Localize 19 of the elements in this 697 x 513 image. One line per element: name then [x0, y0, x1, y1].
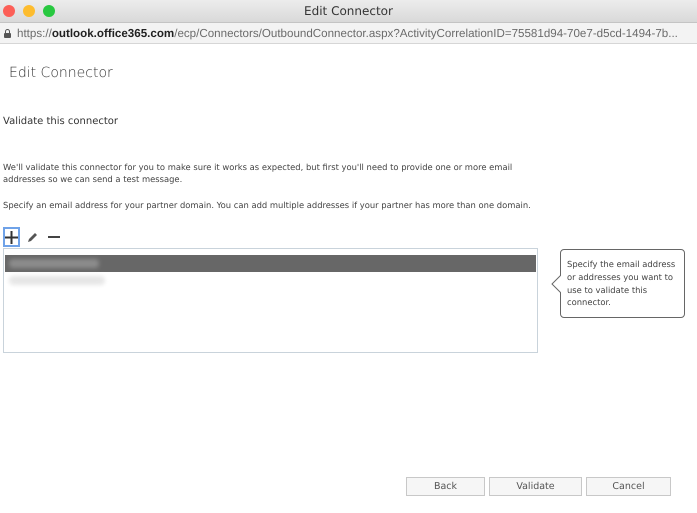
- tooltip: Specify the email address or addresses you want to use to validate this connector.: [560, 249, 685, 318]
- instruction-text: Specify an email address for your partner domain. You can add multiple addresses if your partner has more than one domain.: [3, 199, 532, 211]
- instruction-text: We'll validate this connector for you to make sure it works as expected, but first you'll need to provide one or more email addresses so we can send a test message.: [3, 161, 514, 185]
- section-title: Validate this connector: [3, 116, 119, 127]
- minus-icon: [48, 236, 60, 238]
- plus-icon: [5, 230, 18, 244]
- url-text[interactable]: https://outlook.office365.com/ecp/Connectors/OutboundConnector.aspx?ActivityCorrelationID=75581d94-70e7-d5cd-1494-7b...: [17, 26, 678, 40]
- tooltip-pointer: [551, 275, 561, 293]
- window-control-icon[interactable]: [3, 5, 15, 17]
- window-control-icon[interactable]: [23, 5, 35, 17]
- dialog-button[interactable]: Back: [406, 477, 485, 496]
- window-control-icon[interactable]: [43, 5, 55, 17]
- lock-icon: [4, 28, 11, 38]
- dialog-button[interactable]: Validate: [489, 477, 582, 496]
- window-title: Edit Connector: [304, 4, 393, 18]
- add-button[interactable]: [3, 227, 20, 247]
- dialog-button[interactable]: Cancel: [586, 477, 671, 496]
- pencil-icon: [26, 231, 38, 243]
- page-title: Edit Connector: [9, 65, 114, 81]
